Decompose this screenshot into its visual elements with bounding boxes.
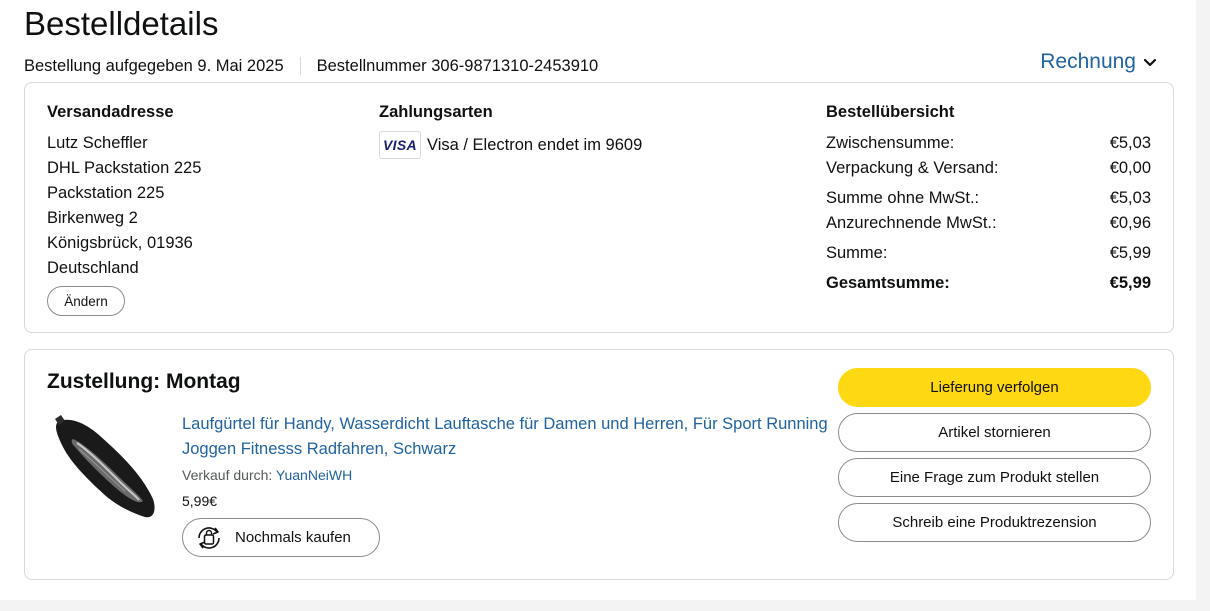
summary-row: Verpackung & Versand: €0,00 <box>826 156 1151 181</box>
order-details-page: Bestelldetails Bestellung aufgegeben 9. … <box>0 0 1196 611</box>
address-line: Deutschland <box>47 259 139 277</box>
summary-total-row: Gesamtsumme: €5,99 <box>826 271 1151 296</box>
summary-label: Summe: <box>826 244 888 262</box>
summary-value: €5,03 <box>1109 134 1151 152</box>
cancel-item-button[interactable]: Artikel stornieren <box>838 413 1151 452</box>
buy-again-label: Nochmals kaufen <box>235 529 351 546</box>
order-summary: Zwischensumme: €5,03 Verpackung & Versan… <box>826 131 1151 296</box>
summary-label: Gesamtsumme: <box>826 274 950 292</box>
order-meta: Bestellung aufgegeben 9. Mai 2025 Bestel… <box>24 55 598 77</box>
product-price: 5,99€ <box>182 493 218 509</box>
summary-row: Summe ohne MwSt.: €5,03 <box>826 186 1151 211</box>
write-review-button[interactable]: Schreib eine Produktrezension <box>838 503 1151 542</box>
page-gutter-bottom <box>0 600 1210 611</box>
buy-again-icon <box>198 526 220 549</box>
payment-title: Zahlungsarten <box>379 103 493 121</box>
order-actions: Lieferung verfolgen Artikel stornieren E… <box>838 368 1151 548</box>
summary-label: Verpackung & Versand: <box>826 159 999 177</box>
order-number: Bestellnummer 306-9871310-2453910 <box>316 57 599 75</box>
payment-method: VISA Visa / Electron endet im 9609 <box>379 131 642 159</box>
ask-question-button[interactable]: Eine Frage zum Produkt stellen <box>838 458 1151 497</box>
seller-info: Verkauf durch: YuanNeiWH <box>182 467 352 483</box>
address-line: Packstation 225 <box>47 184 165 202</box>
shipping-address: Lutz Scheffler DHL Packstation 225 Packs… <box>47 131 201 281</box>
summary-row: Anzurechnende MwSt.: €0,96 <box>826 211 1151 236</box>
address-line: Königsbrück, 01936 <box>47 234 193 252</box>
order-date: Bestellung aufgegeben 9. Mai 2025 <box>24 57 284 75</box>
summary-title: Bestellübersicht <box>826 103 955 121</box>
page-title: Bestelldetails <box>24 5 219 42</box>
product-image[interactable] <box>49 413 159 523</box>
summary-value: €5,99 <box>1109 274 1151 292</box>
seller-link[interactable]: YuanNeiWH <box>276 467 352 483</box>
shipping-title: Versandadresse <box>47 103 174 121</box>
summary-label: Zwischensumme: <box>826 134 955 152</box>
address-line: DHL Packstation 225 <box>47 159 202 177</box>
seller-prefix: Verkauf durch: <box>182 467 273 483</box>
summary-label: Summe ohne MwSt.: <box>826 189 980 207</box>
change-address-button[interactable]: Ändern <box>47 286 125 316</box>
summary-value: €0,00 <box>1109 159 1151 177</box>
address-line: Birkenweg 2 <box>47 209 138 227</box>
summary-row: Summe: €5,99 <box>826 241 1151 266</box>
buy-again-button[interactable]: Nochmals kaufen <box>182 518 380 557</box>
meta-divider <box>299 57 301 75</box>
summary-value: €0,96 <box>1109 214 1151 232</box>
page-gutter-right <box>1196 0 1210 611</box>
chevron-down-icon <box>1143 58 1157 67</box>
delivery-card: Zustellung: Montag Laufgürtel für Handy,… <box>24 349 1174 580</box>
payment-card-text: Visa / Electron endet im 9609 <box>427 135 643 154</box>
track-delivery-button[interactable]: Lieferung verfolgen <box>838 368 1151 407</box>
summary-row: Zwischensumme: €5,03 <box>826 131 1151 156</box>
visa-card-icon: VISA <box>379 131 421 159</box>
summary-value: €5,03 <box>1109 189 1151 207</box>
address-line: Lutz Scheffler <box>47 134 148 152</box>
summary-label: Anzurechnende MwSt.: <box>826 214 997 232</box>
delivery-title: Zustellung: Montag <box>47 370 241 393</box>
invoice-dropdown[interactable]: Rechnung <box>1040 50 1158 74</box>
order-info-card: Versandadresse Lutz Scheffler DHL Packst… <box>24 82 1174 333</box>
invoice-label: Rechnung <box>1040 50 1136 73</box>
summary-value: €5,99 <box>1109 244 1151 262</box>
product-title-link[interactable]: Laufgürtel für Handy, Wasserdicht Laufta… <box>182 412 832 462</box>
